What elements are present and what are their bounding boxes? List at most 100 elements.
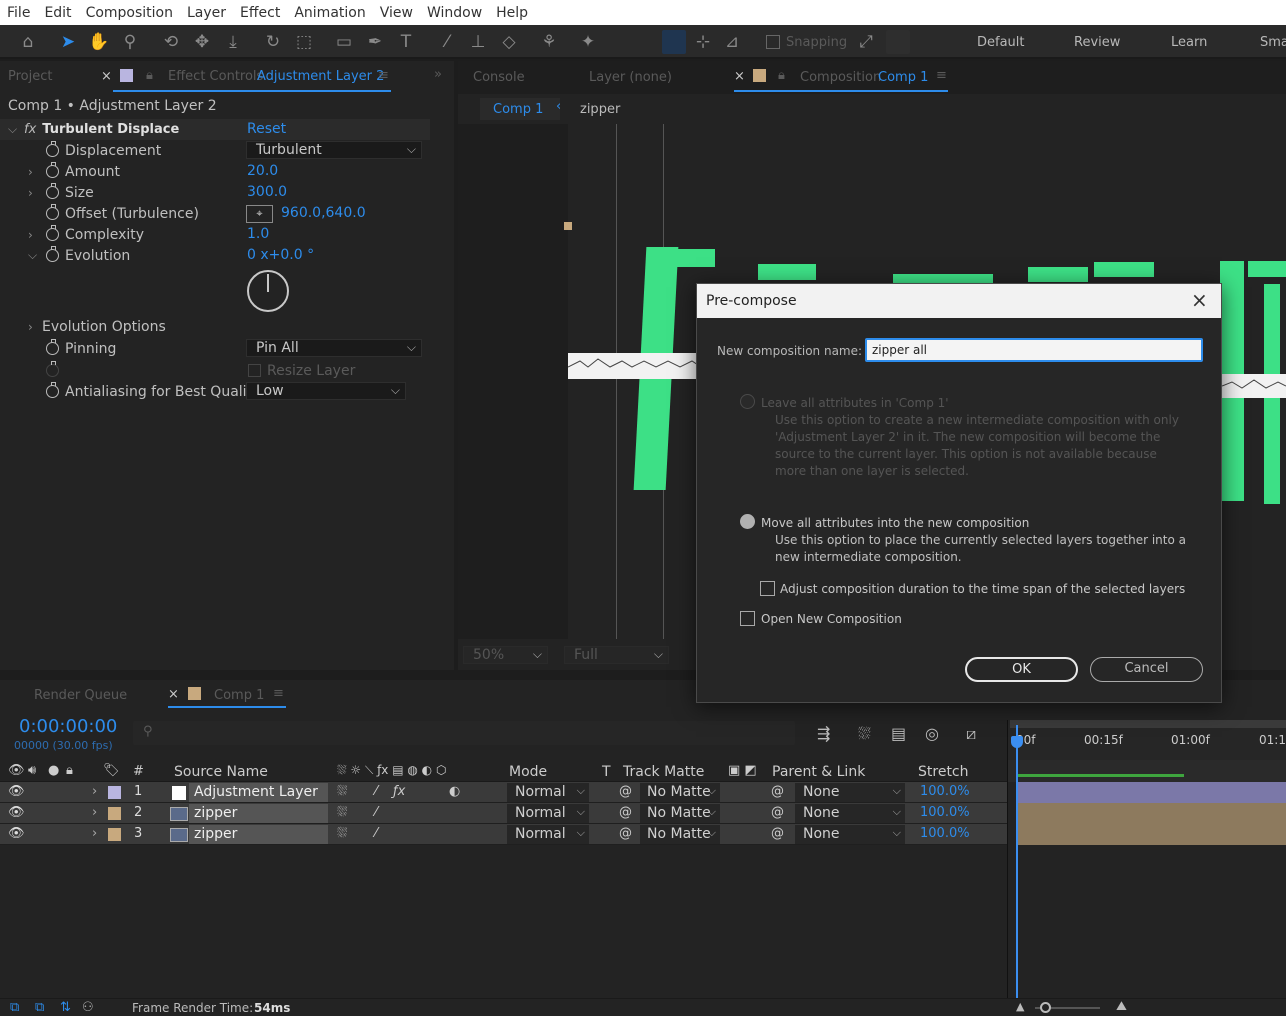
visibility-eye-icon[interactable]: 👁︎ — [8, 784, 25, 799]
antialiasing-dropdown[interactable]: Low — [246, 382, 406, 400]
layer-name[interactable]: Adjustment Layer 2 — [189, 783, 328, 818]
roto-brush-icon[interactable]: ⚘ — [537, 30, 561, 54]
matte-pickwhip-icon[interactable]: @ — [619, 805, 632, 820]
layer-bar-1[interactable] — [1018, 782, 1286, 803]
col-mode[interactable]: Mode — [509, 764, 547, 780]
expand-chevron-icon[interactable]: › — [28, 228, 40, 242]
collapse-chevron-icon[interactable]: ⌵ — [28, 248, 40, 263]
comp-flowchart-icon[interactable]: ⇶ — [817, 724, 830, 743]
mode-dropdown[interactable]: Normal — [507, 803, 589, 823]
move-attributes-radio[interactable] — [740, 514, 755, 529]
stopwatch-icon[interactable] — [46, 382, 59, 398]
tab-comp[interactable]: Comp 1 — [214, 688, 264, 703]
tab-console[interactable]: Console — [473, 70, 525, 85]
eraser-tool-icon[interactable]: ◇ — [497, 30, 521, 54]
home-icon[interactable]: ⌂ — [16, 30, 40, 54]
workspace-review[interactable]: Review — [1074, 35, 1120, 50]
expand-chevron-icon[interactable]: › — [92, 784, 97, 799]
layer-search-input[interactable]: ⚲ — [133, 721, 795, 745]
stopwatch-icon[interactable] — [46, 339, 59, 355]
motion-blur-icon[interactable]: ◎ — [925, 724, 939, 743]
effect-turbulent-displace[interactable]: ⌵ fx Turbulent Displace Reset — [0, 119, 430, 140]
expand-chevron-icon[interactable]: › — [92, 805, 97, 820]
workspace-default[interactable]: Default — [977, 35, 1025, 50]
tab-comp-name[interactable]: Comp 1 — [878, 70, 928, 85]
zoom-out-icon[interactable]: ▲ — [1016, 1000, 1024, 1013]
menu-layer[interactable]: Layer — [180, 5, 233, 21]
clone-stamp-icon[interactable]: ⊥ — [466, 30, 490, 54]
rotate-tool-icon[interactable]: ↻ — [261, 30, 285, 54]
puppet-pin-icon[interactable]: ✦ — [576, 30, 600, 54]
stopwatch-icon[interactable] — [46, 183, 59, 199]
layer-name[interactable]: zipper — [189, 804, 328, 823]
dolly-camera-icon[interactable]: ⤓ — [221, 30, 245, 54]
stretch-value[interactable]: 100.0% — [920, 826, 970, 841]
pan-camera-icon[interactable]: ✥ — [190, 30, 214, 54]
tab-effect-layer-name[interactable]: Adjustment Layer 2 — [257, 69, 384, 84]
zoom-tool-icon[interactable]: ⚲ — [118, 30, 142, 54]
layer-row-3[interactable]: 👁︎ › 3 zipper ⛆ ⁄ Normal @ No Matte @ No… — [0, 824, 1007, 845]
view-axis-icon[interactable]: ⊿ — [720, 30, 744, 54]
open-new-comp-checkbox[interactable] — [740, 611, 755, 626]
snapping-checkbox[interactable] — [766, 35, 780, 49]
menu-window[interactable]: Window — [420, 5, 489, 21]
workspace-small[interactable]: Sma — [1260, 35, 1286, 50]
lock-icon[interactable]: 🔒︎ — [146, 68, 153, 83]
video-eye-icon[interactable]: 👁︎ — [8, 763, 25, 778]
expand-chevron-icon[interactable]: › — [92, 826, 97, 841]
stretch-value[interactable]: 100.0% — [920, 805, 970, 820]
layer-label-swatch[interactable] — [108, 786, 121, 799]
quality-switch-icon[interactable]: ⁄ — [375, 805, 377, 820]
timecode[interactable]: 0:00:00:00 — [19, 716, 117, 737]
expand-chevron-icon[interactable]: ⌵ — [8, 122, 20, 137]
breadcrumb-layer[interactable]: zipper — [580, 102, 620, 117]
menu-animation[interactable]: Animation — [287, 5, 372, 21]
parent-pickwhip-icon[interactable]: @ — [771, 784, 784, 799]
menu-help[interactable]: Help — [489, 5, 535, 21]
displacement-dropdown[interactable]: Turbulent — [246, 141, 422, 159]
move-attributes-label[interactable]: Move all attributes into the new composi… — [761, 516, 1029, 530]
pen-tool-icon[interactable]: ✒ — [363, 30, 387, 54]
pan-behind-icon[interactable]: ⬚ — [292, 30, 316, 54]
parent-dropdown[interactable]: None — [795, 803, 905, 823]
expand-chevron-icon[interactable]: › — [28, 186, 40, 200]
track-matte-dropdown[interactable]: No Matte — [640, 803, 720, 823]
menu-file[interactable]: File — [0, 5, 37, 21]
close-icon[interactable]: × — [734, 69, 745, 84]
layer-row-2[interactable]: 👁︎ › 2 zipper ⛆ ⁄ Normal @ No Matte @ No… — [0, 803, 1007, 824]
layer-row-1[interactable]: 👁︎ › 1 Adjustment Layer 2 ⛆ ⁄ ƒx ◐ Norma… — [0, 782, 1007, 818]
playhead[interactable] — [1016, 725, 1018, 998]
parent-dropdown[interactable]: None — [795, 782, 905, 802]
matte-pickwhip-icon[interactable]: @ — [619, 784, 632, 799]
resolution-dropdown[interactable]: Full — [564, 646, 669, 664]
close-icon[interactable]: × — [101, 69, 112, 84]
adjust-duration-checkbox[interactable] — [760, 581, 775, 596]
tab-effect-controls[interactable]: Effect Controls — [168, 69, 263, 84]
toggle-switches-icon[interactable]: ⧉ — [10, 1000, 19, 1015]
complexity-value[interactable]: 1.0 — [247, 226, 269, 242]
local-axis-icon[interactable] — [662, 30, 686, 54]
tab-layer[interactable]: Layer (none) — [589, 70, 672, 85]
label-tag-icon[interactable]: 🏷︎ — [103, 763, 120, 778]
snap-icon[interactable]: ⤢ — [854, 30, 878, 54]
workspace-learn[interactable]: Learn — [1171, 35, 1207, 50]
pinning-dropdown[interactable]: Pin All — [246, 339, 422, 357]
zoom-in-icon[interactable]: ⛰ — [1116, 999, 1127, 1014]
menu-composition[interactable]: Composition — [79, 5, 180, 21]
visibility-eye-icon[interactable]: 👁︎ — [8, 805, 25, 820]
shy-layers-icon[interactable]: ⛆ — [858, 724, 871, 744]
mode-dropdown[interactable]: Normal — [507, 782, 589, 802]
stopwatch-icon[interactable] — [46, 204, 59, 220]
stopwatch-icon[interactable] — [46, 225, 59, 241]
cancel-button[interactable]: Cancel — [1090, 657, 1203, 682]
offset-value[interactable]: 960.0,640.0 — [281, 205, 366, 221]
tab-composition[interactable]: Composition — [800, 70, 881, 85]
track-matte-dropdown[interactable]: No Matte — [640, 824, 720, 844]
quality-switch-icon[interactable]: ⁄ — [375, 784, 377, 799]
track-matte-dropdown[interactable]: No Matte — [640, 782, 720, 802]
shy-switch-icon[interactable]: ⛆ — [337, 784, 347, 799]
hand-tool-icon[interactable]: ✋ — [87, 30, 111, 54]
zoom-slider-handle[interactable] — [1040, 1002, 1051, 1013]
audio-icon[interactable]: 🔊︎ — [28, 763, 36, 778]
layer-bar-3[interactable] — [1018, 824, 1286, 845]
